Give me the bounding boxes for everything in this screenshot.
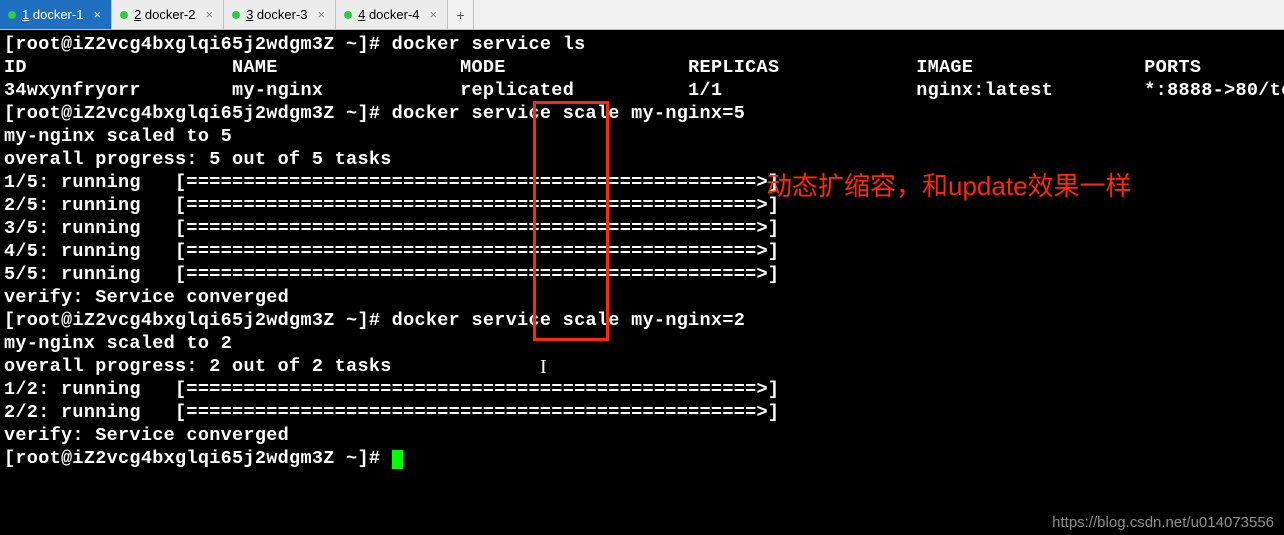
status-dot <box>344 11 352 19</box>
progress-line: 1/2: running [==========================… <box>4 379 791 400</box>
output-line: verify: Service converged <box>4 425 289 446</box>
tab-docker-3[interactable]: 3 docker-3 × <box>224 0 336 29</box>
prompt: [root@iZ2vcg4bxglqi65j2wdgm3Z ~]# <box>4 448 392 469</box>
tab-label: 2 docker-2 <box>134 7 195 22</box>
close-icon[interactable]: × <box>318 7 326 22</box>
output-line: overall progress: 2 out of 2 tasks <box>4 356 392 377</box>
progress-line: 1/5: running [==========================… <box>4 172 791 193</box>
col-ports: PORTS <box>1144 57 1201 78</box>
close-icon[interactable]: × <box>430 7 438 22</box>
close-icon[interactable]: × <box>205 7 213 22</box>
col-id: ID <box>4 57 27 78</box>
tab-docker-4[interactable]: 4 docker-4 × <box>336 0 448 29</box>
terminal-output[interactable]: [root@iZ2vcg4bxglqi65j2wdgm3Z ~]# docker… <box>0 30 1284 473</box>
status-dot <box>8 11 16 19</box>
cell-replicas: 1/1 <box>688 80 722 101</box>
progress-line: 2/2: running [==========================… <box>4 402 791 423</box>
tab-label: 4 docker-4 <box>358 7 419 22</box>
col-name: NAME <box>232 57 278 78</box>
cell-image: nginx:latest <box>916 80 1053 101</box>
progress-line: 5/5: running [==========================… <box>4 264 791 285</box>
col-image: IMAGE <box>916 57 973 78</box>
tab-docker-2[interactable]: 2 docker-2 × <box>112 0 224 29</box>
tab-docker-1[interactable]: 1 docker-1 × <box>0 0 112 29</box>
col-mode: MODE <box>460 57 506 78</box>
status-dot <box>120 11 128 19</box>
close-icon[interactable]: × <box>93 7 101 22</box>
progress-line: 2/5: running [==========================… <box>4 195 791 216</box>
cell-name: my-nginx <box>232 80 323 101</box>
status-dot <box>232 11 240 19</box>
col-replicas: REPLICAS <box>688 57 779 78</box>
output-line: verify: Service converged <box>4 287 289 308</box>
cell-mode: replicated <box>460 80 574 101</box>
tab-bar: 1 docker-1 × 2 docker-2 × 3 docker-3 × 4… <box>0 0 1284 30</box>
terminal-cursor <box>392 450 403 469</box>
command: docker service scale my-nginx=5 <box>392 103 745 124</box>
cell-ports: *:8888->80/tcp <box>1144 80 1284 101</box>
tab-label: 3 docker-3 <box>246 7 307 22</box>
prompt: [root@iZ2vcg4bxglqi65j2wdgm3Z ~]# <box>4 310 392 331</box>
cell-id: 34wxynfryorr <box>4 80 141 101</box>
output-line: my-nginx scaled to 5 <box>4 126 232 147</box>
progress-line: 4/5: running [==========================… <box>4 241 791 262</box>
output-line: my-nginx scaled to 2 <box>4 333 232 354</box>
progress-line: 3/5: running [==========================… <box>4 218 791 239</box>
prompt: [root@iZ2vcg4bxglqi65j2wdgm3Z ~]# <box>4 34 392 55</box>
watermark: https://blog.csdn.net/u014073556 <box>1052 514 1274 531</box>
command: docker service scale my-nginx=2 <box>392 310 745 331</box>
tab-label: 1 docker-1 <box>22 7 83 22</box>
add-tab-button[interactable]: + <box>448 0 474 29</box>
output-line: overall progress: 5 out of 5 tasks <box>4 149 392 170</box>
prompt: [root@iZ2vcg4bxglqi65j2wdgm3Z ~]# <box>4 103 392 124</box>
command: docker service ls <box>392 34 586 55</box>
